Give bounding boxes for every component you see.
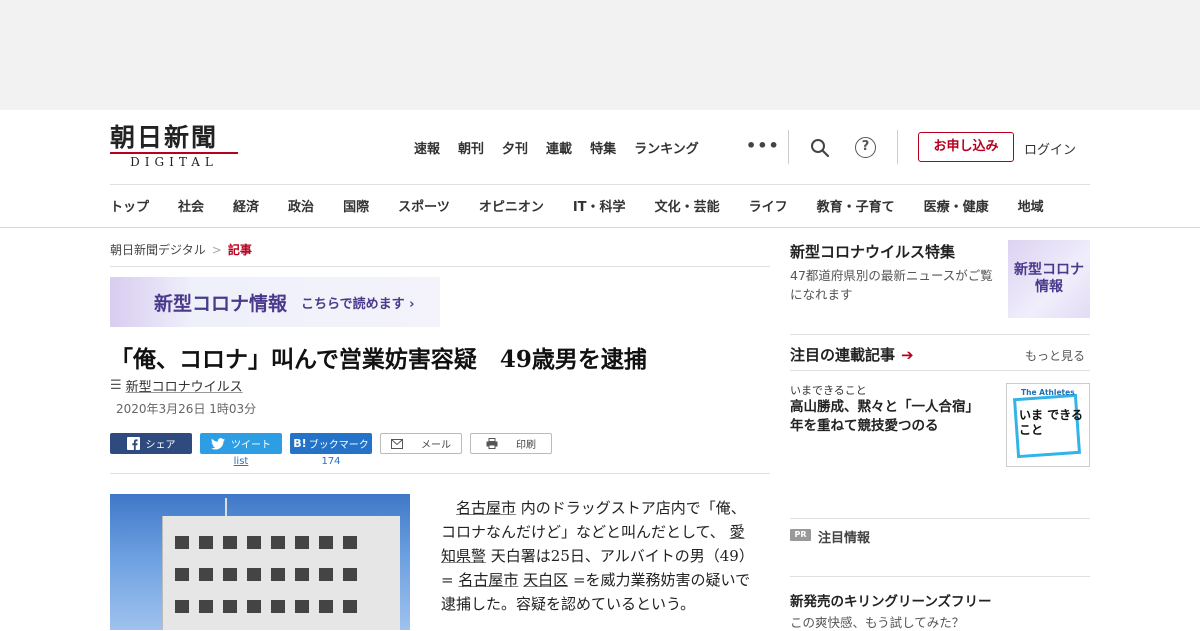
mail-share-label: メール: [421, 440, 451, 451]
article-body: 名古屋市 内のドラッグストア店内で「俺、コロナなんだけど」などと叫んだとして、 …: [441, 496, 753, 616]
keyword-link[interactable]: 天白区: [523, 571, 568, 589]
cat-item-society[interactable]: 社会: [178, 196, 204, 215]
cat-item-top[interactable]: トップ: [110, 196, 149, 215]
mail-icon: [391, 438, 403, 449]
article-paragraph: 名古屋市 内のドラッグストア店内で「俺、コロナなんだけど」などと叫んだとして、 …: [441, 499, 751, 613]
divider: [790, 518, 1090, 519]
keyword-link[interactable]: 名古屋市: [458, 571, 518, 589]
search-icon[interactable]: [810, 138, 830, 158]
mail-share-button[interactable]: メール: [380, 433, 462, 454]
printer-icon: [486, 438, 498, 449]
gnav-item-yuukan[interactable]: 夕刊: [502, 138, 528, 157]
feature-title[interactable]: 新型コロナウイルス特集: [790, 241, 955, 262]
divider: [790, 334, 1090, 335]
header-separator: [897, 130, 898, 164]
logo-sub-text: DIGITAL: [110, 152, 238, 169]
twitter-count[interactable]: list: [200, 456, 282, 467]
divider: [110, 266, 770, 267]
category-nav: トップ 社会 経済 政治 国際 スポーツ オピニオン IT・科学 文化・芸能 ラ…: [110, 196, 1073, 215]
facebook-icon: [126, 437, 140, 450]
chevron-right-icon: ›: [409, 296, 415, 312]
gnav-item-sokuho[interactable]: 速報: [414, 138, 440, 157]
feature-thumb-text: 新型コロナ情報: [1014, 262, 1084, 295]
help-icon[interactable]: ?: [855, 137, 876, 158]
corona-info-banner[interactable]: 新型コロナ情報 こちらで読めます ›: [110, 277, 440, 327]
header-divider: [110, 184, 1090, 185]
cat-item-region[interactable]: 地域: [1018, 196, 1044, 215]
divider: [790, 370, 1090, 371]
article-photo[interactable]: [110, 494, 410, 630]
hatena-bookmark-label: ブックマーク: [308, 440, 369, 451]
series-title: 注目の連載記事: [790, 346, 896, 364]
pr-label: 注目情報: [818, 531, 871, 546]
facebook-share-label: シェア: [145, 440, 176, 451]
tag-label: 新型コロナウイルス: [125, 380, 243, 395]
global-nav: 速報 朝刊 夕刊 連載 特集 ランキング: [414, 138, 717, 157]
cat-item-education[interactable]: 教育・子育て: [817, 196, 895, 215]
hatena-bookmark-button[interactable]: B! ブックマーク: [290, 433, 372, 454]
site-logo[interactable]: 朝日新聞 DIGITAL: [110, 123, 240, 169]
keyword-link[interactable]: 名古屋市: [456, 499, 516, 517]
breadcrumb-separator: >: [211, 243, 222, 257]
divider: [110, 473, 770, 474]
header-separator: [788, 130, 789, 164]
cat-item-health[interactable]: 医療・健康: [924, 196, 989, 215]
subscribe-button[interactable]: お申し込み: [918, 132, 1014, 162]
cat-item-politics[interactable]: 政治: [288, 196, 314, 215]
cat-item-culture[interactable]: 文化・芸能: [655, 196, 720, 215]
banner-title: 新型コロナ情報: [154, 292, 288, 315]
twitter-share-button[interactable]: ツイート: [200, 433, 282, 454]
cat-item-life[interactable]: ライフ: [749, 196, 788, 215]
print-label: 印刷: [516, 440, 536, 451]
more-menu-icon[interactable]: •••: [746, 136, 780, 155]
ad-space: [0, 0, 1200, 110]
pr-headline[interactable]: 新発売のキリングリーンズフリー: [790, 590, 992, 610]
list-icon: ☰: [110, 378, 122, 393]
hatena-count[interactable]: 174: [290, 456, 372, 467]
gnav-item-choukan[interactable]: 朝刊: [458, 138, 484, 157]
gnav-item-ranking[interactable]: ランキング: [634, 138, 699, 157]
feature-description[interactable]: 47都道府県別の最新ニュースがご覧になれます: [790, 266, 1005, 304]
cat-item-international[interactable]: 国際: [343, 196, 369, 215]
site-header: 朝日新聞 DIGITAL 速報 朝刊 夕刊 連載 特集 ランキング ••• ? …: [0, 110, 1200, 228]
series-thumb-title: いま できること: [1019, 408, 1083, 437]
article-date: 2020年3月26日 1時03分: [116, 402, 257, 416]
twitter-icon: [211, 437, 225, 450]
building-illustration: [162, 516, 400, 630]
cat-item-opinion[interactable]: オピニオン: [479, 196, 544, 215]
gnav-item-rensai[interactable]: 連載: [546, 138, 572, 157]
hatena-bookmark-icon: B!: [293, 437, 307, 450]
breadcrumb: 朝日新聞デジタル > 記事: [110, 241, 252, 258]
banner-cta: こちらで読めます ›: [301, 296, 415, 312]
feature-thumbnail[interactable]: 新型コロナ情報: [1008, 240, 1090, 318]
cat-item-sports[interactable]: スポーツ: [398, 196, 450, 215]
print-button[interactable]: 印刷: [470, 433, 552, 454]
twitter-share-label: ツイート: [231, 440, 271, 451]
divider: [790, 576, 1090, 577]
facebook-share-button[interactable]: シェア: [110, 433, 192, 454]
series-thumb-brand: The Athletes: [1021, 388, 1075, 397]
article-tag[interactable]: ☰ 新型コロナウイルス: [110, 376, 243, 395]
arrow-right-icon: ➔: [901, 345, 914, 364]
pr-description[interactable]: この爽快感、もう試してみた？: [790, 612, 964, 631]
login-link[interactable]: ログイン: [1024, 139, 1076, 158]
pr-badge: PR: [790, 529, 811, 541]
logo-main-text: 朝日新聞: [110, 123, 219, 152]
breadcrumb-current: 記事: [227, 243, 252, 257]
series-thumbnail[interactable]: The Athletes いま できること: [1006, 383, 1090, 467]
gnav-item-tokushu[interactable]: 特集: [590, 138, 616, 157]
series-kicker: いまできること: [790, 384, 867, 397]
cat-item-economy[interactable]: 経済: [233, 196, 259, 215]
article-headline: 「俺、コロナ」叫んで営業妨害容疑 49歳男を逮捕: [110, 346, 647, 373]
series-headline[interactable]: 高山勝成、黙々と「一人合宿」 年を重ねて競技愛つのる: [790, 398, 995, 436]
breadcrumb-home[interactable]: 朝日新聞デジタル: [110, 243, 206, 257]
series-heading: 注目の連載記事 ➔: [790, 344, 914, 365]
see-more-link[interactable]: もっと見る: [1025, 347, 1085, 364]
cat-item-it-science[interactable]: IT・科学: [573, 196, 626, 215]
